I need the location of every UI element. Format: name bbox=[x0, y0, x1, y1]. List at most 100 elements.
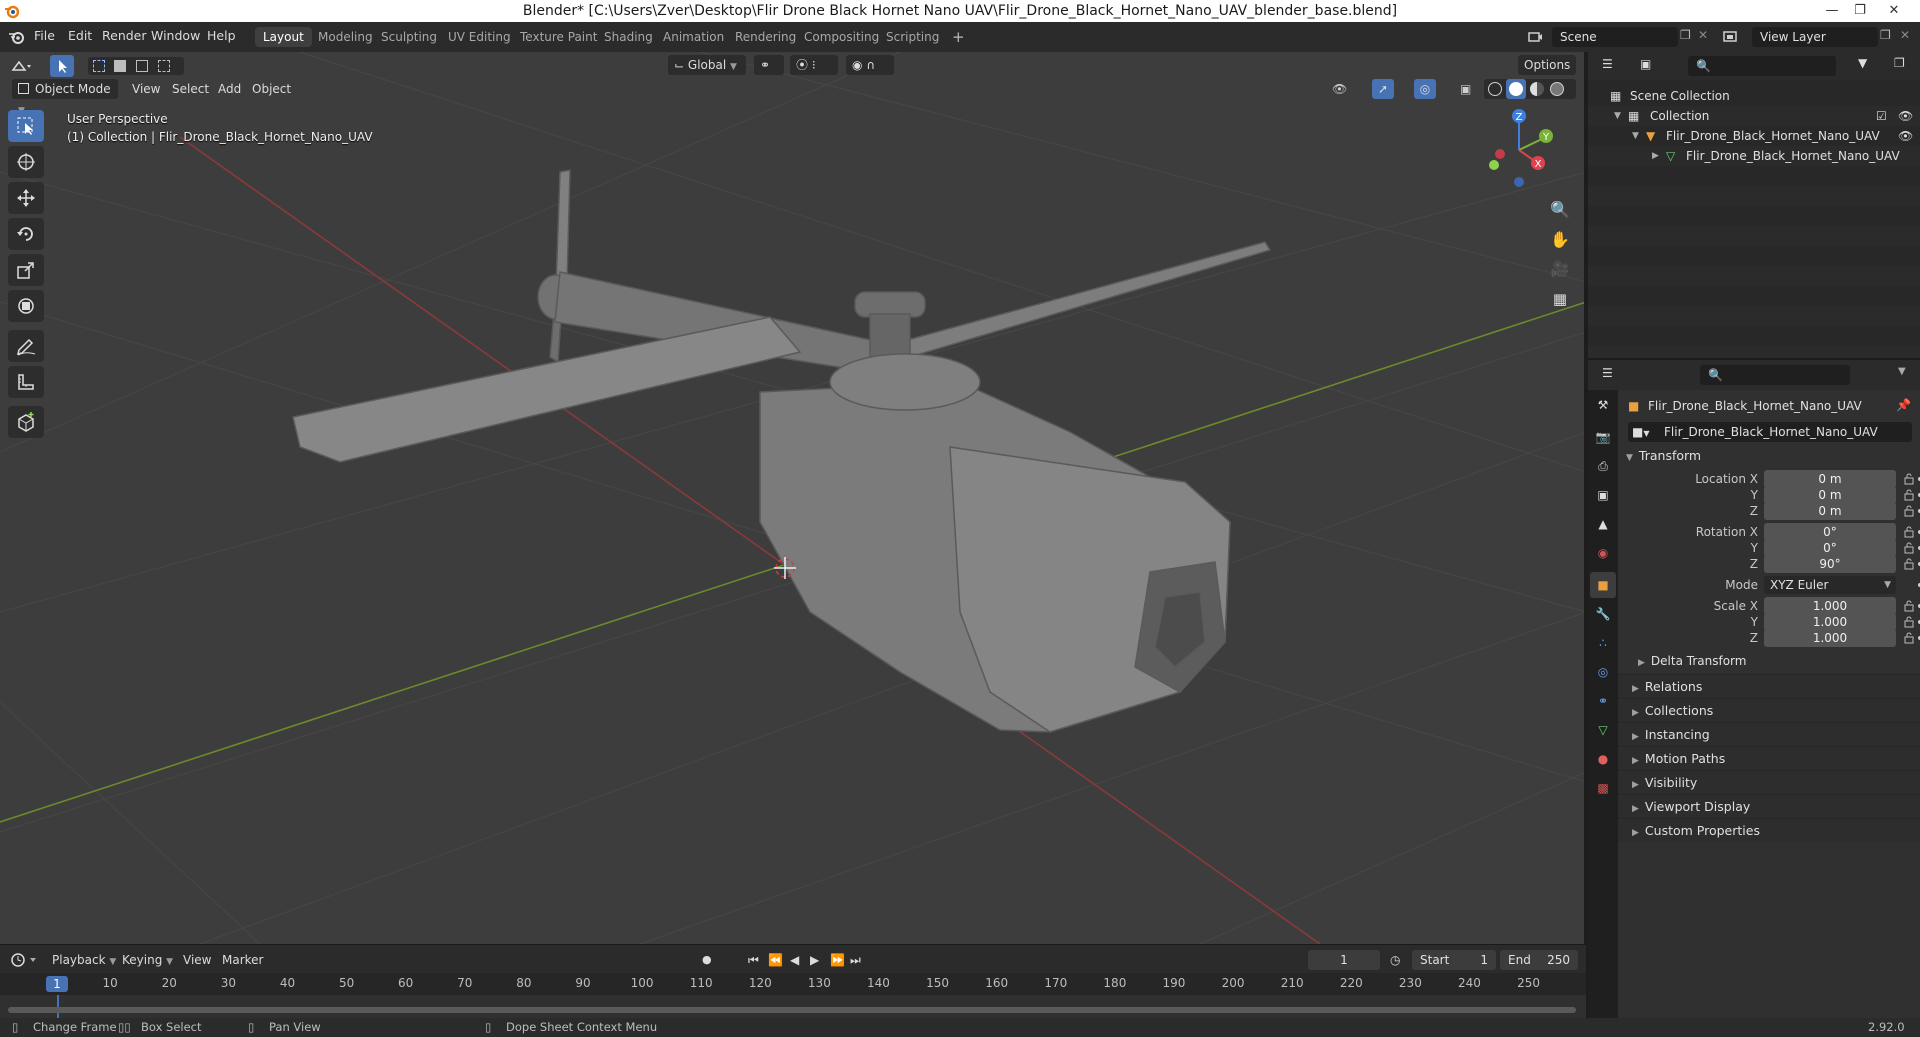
menu-marker[interactable]: Marker bbox=[222, 950, 263, 970]
menu-file[interactable]: File bbox=[34, 28, 55, 43]
menu-add[interactable]: Add bbox=[218, 79, 241, 99]
rotate-tool[interactable] bbox=[8, 218, 44, 250]
cursor-tool[interactable] bbox=[8, 146, 44, 178]
camera-view-button[interactable]: 🎥 bbox=[1546, 256, 1574, 282]
menu-playback[interactable]: Playback ▼ bbox=[52, 950, 116, 970]
menu-window[interactable]: Window bbox=[151, 28, 200, 43]
mode-dropdown[interactable]: Object Mode ▼ bbox=[12, 79, 118, 116]
measure-tool[interactable] bbox=[8, 366, 44, 398]
view-layer-icon[interactable] bbox=[1722, 29, 1740, 45]
outliner-row-collection[interactable]: ▼ ▦ Collection ☑ 👁 bbox=[1588, 106, 1920, 126]
outliner-search-input[interactable]: 🔍 bbox=[1688, 56, 1836, 76]
menu-render[interactable]: Render bbox=[102, 28, 147, 43]
next-keyframe-icon[interactable]: ⏩ bbox=[830, 950, 845, 970]
properties-editor[interactable]: ☰ 🔍 ▼ ⚒ 📷 ⎙ ▣ ▲ ◉ ■ 🔧 ∴ ◎ ⚭ ▽ ● ▩ ■ Flir… bbox=[1588, 360, 1920, 1018]
prev-keyframe-icon[interactable]: ⏪ bbox=[768, 950, 783, 970]
navigation-gizmo[interactable]: Z Y X bbox=[1474, 100, 1564, 190]
blender-menu-icon[interactable] bbox=[8, 29, 26, 45]
add-workspace-icon[interactable]: + bbox=[944, 27, 973, 47]
expand-mesh-icon[interactable]: ▶ bbox=[1652, 146, 1659, 166]
add-cube-tool[interactable] bbox=[8, 406, 44, 438]
tab-animation[interactable]: Animation bbox=[655, 27, 732, 47]
start-frame-field[interactable]: Start 1 bbox=[1412, 950, 1496, 970]
play-reverse-icon[interactable]: ◀ bbox=[790, 950, 799, 970]
lock-location-y-icon[interactable] bbox=[1904, 489, 1914, 501]
overlays-toggle-icon[interactable]: ◎ bbox=[1414, 79, 1436, 99]
properties-editor-type-icon[interactable]: ☰ bbox=[1602, 366, 1613, 380]
outliner-row-object[interactable]: ▼ ▼ Flir_Drone_Black_Hornet_Nano_UAV 👁 bbox=[1588, 126, 1920, 146]
lock-rotation-y-icon[interactable] bbox=[1904, 542, 1914, 554]
lock-scale-z-icon[interactable] bbox=[1904, 632, 1914, 644]
collection-checkbox-icon[interactable]: ☑ bbox=[1876, 106, 1887, 126]
scene-tab[interactable]: ▲ bbox=[1590, 511, 1616, 537]
object-browse-icon[interactable]: ■▼ bbox=[1628, 422, 1658, 442]
menu-edit[interactable]: Edit bbox=[68, 28, 92, 43]
lock-location-z-icon[interactable] bbox=[1904, 505, 1914, 517]
timeline-scrollbar[interactable] bbox=[8, 1007, 1576, 1013]
new-collection-icon[interactable]: ❐ bbox=[1894, 56, 1905, 70]
play-icon[interactable]: ▶ bbox=[810, 950, 819, 970]
tab-uv-editing[interactable]: UV Editing bbox=[440, 27, 519, 47]
modifier-tab[interactable]: 🔧 bbox=[1590, 601, 1616, 627]
outliner-editor[interactable]: ☰ ▣ 🔍 ▼ ❐ ▦ Scene Collection ▼ ▦ Collect… bbox=[1588, 52, 1920, 358]
rotation-z-field[interactable]: 90° bbox=[1764, 555, 1896, 573]
delete-scene-icon[interactable]: ✕ bbox=[1698, 28, 1708, 42]
outliner-row-mesh[interactable]: ▶ ▽ Flir_Drone_Black_Hornet_Nano_UAV bbox=[1588, 146, 1920, 166]
collections-panel-header[interactable]: ▶ Collections bbox=[1618, 698, 1920, 722]
view-layer-field[interactable]: View Layer bbox=[1752, 27, 1878, 47]
data-tab[interactable]: ▽ bbox=[1590, 717, 1616, 743]
transform-panel-header[interactable]: ▼ Transform bbox=[1626, 448, 1701, 463]
motion-paths-panel-header[interactable]: ▶ Motion Paths bbox=[1618, 746, 1920, 770]
rotation-mode-dropdown[interactable]: XYZ Euler ▼ bbox=[1764, 576, 1896, 594]
tool-tab[interactable]: ⚒ bbox=[1590, 392, 1616, 418]
restore-icon[interactable]: ❐ bbox=[1848, 2, 1872, 20]
wireframe-shading-icon[interactable] bbox=[1488, 82, 1502, 96]
constraints-tab[interactable]: ⚭ bbox=[1590, 688, 1616, 714]
tab-layout[interactable]: Layout bbox=[255, 27, 312, 47]
3d-viewport[interactable]: Object Mode ▼ View Select Add Object ⌙ G… bbox=[0, 52, 1586, 944]
menu-object[interactable]: Object bbox=[252, 79, 291, 99]
properties-search-input[interactable]: 🔍 bbox=[1700, 365, 1850, 385]
expand-object-icon[interactable]: ▼ bbox=[1632, 126, 1639, 146]
filter-icon[interactable]: ▼ bbox=[1858, 56, 1867, 70]
new-scene-icon[interactable]: ❐ bbox=[1680, 28, 1691, 42]
transform-tool[interactable] bbox=[8, 290, 44, 322]
lock-location-x-icon[interactable] bbox=[1904, 473, 1914, 485]
minimize-icon[interactable]: — bbox=[1820, 2, 1844, 20]
solid-shading-button[interactable] bbox=[1506, 79, 1526, 99]
delete-view-layer-icon[interactable]: ✕ bbox=[1900, 28, 1910, 42]
display-mode-icon[interactable]: ▣ bbox=[1640, 57, 1651, 71]
select-subtract-icon[interactable] bbox=[136, 60, 148, 72]
timeline-frame-ruler[interactable]: 1 10 20 30 40 50 60 70 80 90 100 110 120 130 140 150 160… bbox=[0, 973, 1586, 995]
relations-panel-header[interactable]: ▶ Relations bbox=[1618, 674, 1920, 698]
new-view-layer-icon[interactable]: ❐ bbox=[1880, 28, 1891, 42]
output-tab[interactable]: ⎙ bbox=[1590, 453, 1616, 479]
particles-tab[interactable]: ∴ bbox=[1590, 630, 1616, 656]
select-invert-icon[interactable] bbox=[158, 60, 170, 72]
view-layer-tab[interactable]: ▣ bbox=[1590, 482, 1616, 508]
tab-rendering[interactable]: Rendering bbox=[727, 27, 804, 47]
texture-tab[interactable]: ▩ bbox=[1590, 775, 1616, 801]
proportional-edit-dropdown[interactable]: ◉ ∩ bbox=[846, 55, 894, 75]
lock-scale-y-icon[interactable] bbox=[1904, 616, 1914, 628]
menu-select[interactable]: Select bbox=[172, 79, 209, 99]
properties-options-icon[interactable]: ▼ bbox=[1898, 366, 1906, 377]
annotate-tool[interactable] bbox=[8, 330, 44, 362]
delta-transform-subpanel[interactable]: ▶ Delta Transform bbox=[1638, 654, 1746, 668]
pin-icon[interactable]: 📌 bbox=[1896, 398, 1911, 412]
visibility-panel-header[interactable]: ▶ Visibility bbox=[1618, 770, 1920, 794]
expand-collection-icon[interactable]: ▼ bbox=[1614, 106, 1621, 126]
gizmo-toggle-icon[interactable]: ➚ bbox=[1372, 79, 1394, 99]
select-extend-icon[interactable] bbox=[114, 60, 126, 72]
xray-toggle-icon[interactable]: ▣ bbox=[1460, 79, 1471, 99]
select-tool-button[interactable] bbox=[50, 55, 74, 77]
zoom-button[interactable]: 🔍 bbox=[1546, 196, 1574, 222]
tab-shading[interactable]: Shading bbox=[596, 27, 661, 47]
scene-icon[interactable] bbox=[1527, 29, 1543, 45]
tab-compositing[interactable]: Compositing bbox=[796, 27, 887, 47]
material-tab[interactable]: ● bbox=[1590, 746, 1616, 772]
visibility-eye-icon[interactable]: 👁 bbox=[1332, 79, 1347, 99]
move-tool[interactable] bbox=[8, 182, 44, 214]
toggle-ortho-button[interactable]: ▦ bbox=[1546, 286, 1574, 312]
menu-keying[interactable]: Keying ▼ bbox=[122, 950, 173, 970]
